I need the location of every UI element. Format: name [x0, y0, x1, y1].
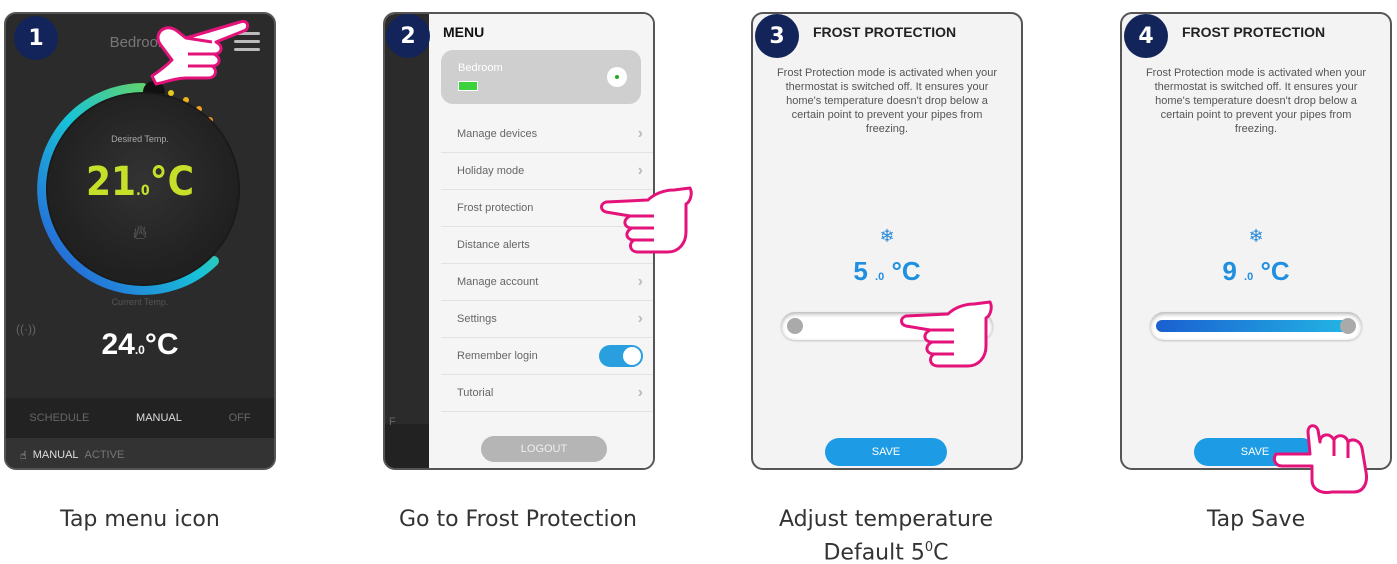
step-badge-1: 1 [14, 16, 58, 60]
pointing-hand-icon [600, 186, 693, 254]
current-temp-label: Current Temp. [111, 297, 169, 307]
battery-icon [458, 81, 478, 91]
frost-protection-screen-default: FROST PROTECTION Frost Protection mode i… [751, 12, 1023, 470]
chevron-right-icon: › [637, 384, 643, 401]
step-caption-3-line1: Adjust temperature [778, 507, 994, 532]
step-caption-3-line2: Default 50C [823, 540, 949, 564]
screen-title: FROST PROTECTION [813, 24, 957, 40]
frost-temp-value: 9 .0 °C [1222, 256, 1290, 286]
mode-selector: SCHEDULE MANUAL OFF [6, 398, 274, 438]
snowflake-icon: ❄ [1248, 226, 1264, 246]
slider-knob[interactable] [1340, 318, 1356, 334]
strip-text: F [389, 416, 396, 428]
status-bar: ☝︎ MANUAL ACTIVE [6, 438, 274, 468]
room-card[interactable]: Bedroom [441, 50, 641, 104]
menu-list: Manage devices › Holiday mode › Frost prot… [441, 116, 653, 412]
step-badge-4: 4 [1124, 14, 1168, 58]
pointing-hand-icon [900, 300, 993, 368]
desired-temp-value: 21.0°C [85, 159, 195, 205]
frost-description: Frost Protection mode is activated when … [776, 67, 998, 135]
step-caption-1: Tap menu icon [60, 507, 220, 532]
menu-item-manage-devices[interactable]: Manage devices › [441, 116, 653, 153]
save-button[interactable]: SAVE [825, 438, 947, 466]
step-badge-3: 3 [755, 14, 799, 58]
menu-title: MENU [443, 24, 485, 40]
menu-item-tutorial[interactable]: Tutorial › [441, 375, 653, 412]
menu-item-settings[interactable]: Settings › [441, 301, 653, 338]
screen-title: FROST PROTECTION [1182, 24, 1326, 40]
status-state: ACTIVE [84, 449, 125, 461]
chevron-right-icon: › [637, 310, 643, 327]
desired-temp-label: Desired Temp. [111, 134, 169, 144]
frost-temp-value: 5 .0 °C [853, 256, 921, 286]
temperature-slider[interactable] [1150, 312, 1362, 340]
hand-icon: ☝︎ [20, 449, 27, 462]
remember-login-toggle[interactable] [599, 345, 643, 367]
menu-item-manage-account[interactable]: Manage account › [441, 264, 653, 301]
mode-schedule[interactable]: SCHEDULE [29, 412, 89, 424]
menu-item-remember-login: Remember login [441, 338, 653, 375]
pointing-hand-icon [1272, 424, 1368, 494]
slider-knob[interactable] [787, 318, 803, 334]
snowflake-icon: ❄ [879, 226, 895, 246]
logout-button[interactable]: LOGOUT [481, 436, 607, 462]
mode-off[interactable]: OFF [229, 412, 251, 424]
mode-manual[interactable]: MANUAL [136, 412, 182, 424]
chevron-right-icon: › [637, 162, 643, 179]
chevron-right-icon: › [637, 125, 643, 142]
slider-fill [1156, 320, 1354, 332]
pointing-hand-icon [150, 20, 250, 86]
step-badge-2: 2 [386, 14, 430, 58]
step-caption-4: Tap Save [1206, 507, 1306, 532]
step-caption-2: Go to Frost Protection [398, 507, 638, 532]
step-caption-3: Adjust temperature Default 50C [736, 506, 1036, 564]
room-card-name: Bedroom [458, 62, 503, 74]
status-dot-icon [607, 67, 627, 87]
frost-protection-screen-adjusted: FROST PROTECTION Frost Protection mode i… [1120, 12, 1392, 470]
status-mode: MANUAL [32, 449, 79, 461]
chevron-right-icon: › [637, 273, 643, 290]
frost-description: Frost Protection mode is activated when … [1145, 67, 1367, 135]
background-screen-strip: F [385, 14, 429, 468]
current-temp-value: 24.0°C [101, 328, 179, 361]
flame-icon: 🔥︎ [132, 222, 148, 244]
